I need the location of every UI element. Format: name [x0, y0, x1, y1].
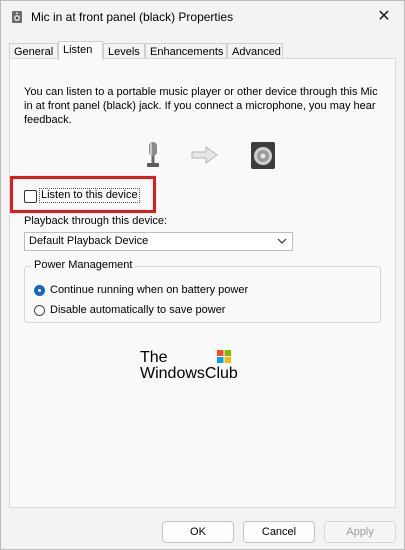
properties-dialog: Mic in at front panel (black) Properties…: [0, 0, 405, 550]
power-management-title: Power Management: [31, 259, 136, 271]
playback-selected-value: Default Playback Device: [29, 235, 149, 247]
listen-checkbox-label[interactable]: Listen to this device: [39, 188, 140, 203]
window-title: Mic in at front panel (black) Properties: [31, 10, 234, 24]
playback-device-select[interactable]: Default Playback Device: [24, 232, 293, 251]
radio-continue-running-label[interactable]: Continue running when on battery power: [50, 284, 248, 296]
power-management-group: Power Management Continue running when o…: [24, 259, 381, 323]
cancel-button[interactable]: Cancel: [243, 521, 315, 543]
arrow-right-icon: [191, 146, 218, 164]
windows-logo-icon: [217, 350, 231, 363]
tab-enhancements[interactable]: Enhancements: [145, 43, 227, 59]
speaker-app-icon: [12, 11, 22, 23]
title-bar: Mic in at front panel (black) Properties…: [1, 1, 404, 35]
tab-advanced[interactable]: Advanced: [227, 43, 283, 59]
listen-description: You can listen to a portable music playe…: [24, 86, 378, 126]
apply-button[interactable]: Apply: [324, 521, 396, 543]
speaker-icon: [251, 142, 275, 169]
radio-disable-automatically-label[interactable]: Disable automatically to save power: [50, 304, 225, 316]
playback-label: Playback through this device:: [24, 215, 168, 227]
watermark-line2: WindowsClub: [140, 365, 238, 382]
listen-panel: You can listen to a portable music playe…: [9, 58, 396, 508]
tab-general[interactable]: General: [9, 43, 58, 59]
radio-continue-running[interactable]: [34, 285, 45, 296]
radio-disable-automatically[interactable]: [34, 305, 45, 316]
tab-levels[interactable]: Levels: [103, 43, 145, 59]
ok-button[interactable]: OK: [162, 521, 234, 543]
close-button[interactable]: ✕: [370, 5, 398, 29]
chevron-down-icon: [277, 233, 287, 253]
microphone-icon: [147, 142, 159, 167]
listen-checkbox[interactable]: [24, 190, 37, 203]
tab-listen[interactable]: Listen: [58, 41, 103, 60]
